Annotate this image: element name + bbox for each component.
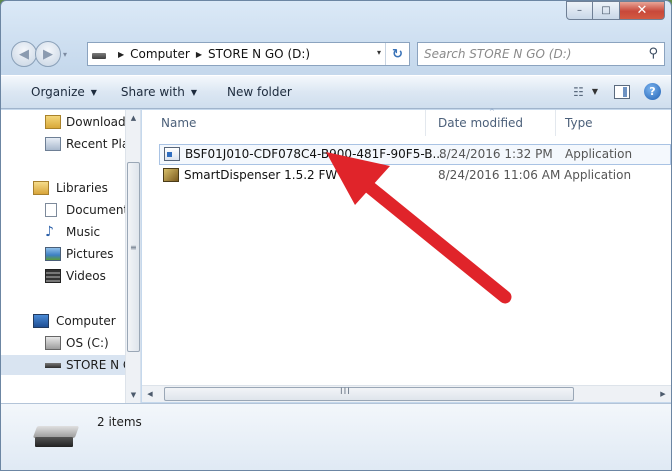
nav-item-label: Music <box>66 225 101 239</box>
downloads-folder-icon <box>45 115 61 129</box>
breadcrumb-separator[interactable]: ▶ <box>196 50 202 59</box>
videos-icon <box>45 269 61 283</box>
nav-item-libraries[interactable]: Libraries <box>1 178 125 198</box>
caption-buttons: – □ ✕ <box>566 1 665 20</box>
back-button[interactable]: ◀ <box>11 41 37 67</box>
nav-item-videos[interactable]: Videos <box>1 266 125 286</box>
nav-item-label: Libraries <box>56 181 108 195</box>
file-type: Application <box>565 147 633 161</box>
application-icon <box>164 147 180 161</box>
nav-item-music[interactable]: ♪ Music <box>1 222 125 242</box>
forward-button[interactable]: ▶ <box>35 41 61 67</box>
details-pane: 2 items <box>1 403 671 470</box>
nav-item-label: Downloads <box>66 115 125 129</box>
scroll-down-button[interactable]: ▼ <box>126 387 140 403</box>
scroll-right-button[interactable]: ▶ <box>655 386 671 402</box>
computer-icon <box>33 314 49 328</box>
recent-pages-dropdown[interactable]: ▾ <box>63 50 67 59</box>
hscroll-grip-icon: III <box>340 387 351 397</box>
pictures-icon <box>45 247 61 261</box>
view-controls: ☷ ▼ ? <box>573 83 661 100</box>
music-icon: ♪ <box>45 224 54 240</box>
file-list-hscrollbar[interactable]: ◀ III ▶ <box>142 385 671 402</box>
file-name: SmartDispenser 1.5.2 FW 0.2 <box>184 168 361 182</box>
chevron-down-icon: ▼ <box>90 87 97 97</box>
breadcrumb-computer[interactable]: Computer <box>130 47 190 61</box>
search-icon[interactable]: ⚲ <box>648 46 658 61</box>
drive-front <box>35 437 73 447</box>
nav-item-recent-places[interactable]: Recent Places <box>1 134 125 154</box>
scroll-left-button[interactable]: ◀ <box>142 386 158 402</box>
file-name: BSF01J010-CDF078C4-B900-481F-90F5-B... <box>185 147 444 161</box>
usb-drive-icon <box>45 363 61 368</box>
nav-item-label: Pictures <box>66 247 114 261</box>
refresh-button[interactable]: ↻ <box>385 43 409 65</box>
nav-item-downloads[interactable]: Downloads <box>1 112 125 132</box>
explorer-window: – □ ✕ ◀ ▶ ▾ ▶ Computer ▶ STORE N GO (D:)… <box>0 0 672 471</box>
file-type: Application <box>564 168 632 182</box>
address-dropdown[interactable]: ▾ <box>377 48 381 57</box>
address-bar[interactable]: ▶ Computer ▶ STORE N GO (D:) ▾ ↻ <box>87 42 410 66</box>
new-folder-button[interactable]: New folder <box>219 85 300 99</box>
nav-item-label: Recent Places <box>66 137 125 151</box>
nav-item-label: Computer <box>56 314 116 328</box>
drive-icon <box>92 53 106 59</box>
file-row[interactable]: BSF01J010-CDF078C4-B900-481F-90F5-B... 8… <box>159 144 671 165</box>
installer-icon <box>163 168 179 182</box>
column-header-name[interactable]: Name <box>142 110 426 136</box>
breadcrumb-store-n-go[interactable]: STORE N GO (D:) <box>208 47 310 61</box>
command-bar: Organize ▼ Share with ▼ New folder ☷ ▼ ? <box>1 75 671 109</box>
file-list: ^ Name Date modified Type BSF01J010-CDF0… <box>142 108 671 385</box>
scroll-thumb[interactable] <box>127 162 140 352</box>
change-view-icon[interactable]: ☷ <box>573 85 584 99</box>
documents-icon <box>45 203 57 217</box>
minimize-button[interactable]: – <box>566 1 593 20</box>
maximize-button[interactable]: □ <box>593 1 620 20</box>
usb-drive-icon <box>32 426 80 448</box>
search-box[interactable]: ⚲ <box>417 42 665 66</box>
file-date-modified: 8/24/2016 11:06 AM <box>438 168 561 182</box>
hard-drive-icon <box>45 336 61 350</box>
nav-item-pictures[interactable]: Pictures <box>1 244 125 264</box>
chevron-down-icon: ▼ <box>190 87 197 97</box>
scroll-up-button[interactable]: ▲ <box>126 110 140 126</box>
nav-pane-scrollbar[interactable]: ▲ ≡ ▼ <box>125 110 140 403</box>
help-icon[interactable]: ? <box>644 83 661 100</box>
navigation-buttons: ◀ ▶ ▾ <box>11 41 67 67</box>
file-row[interactable]: SmartDispenser 1.5.2 FW 0.2 8/24/2016 11… <box>159 166 671 187</box>
scroll-grip-icon: ≡ <box>130 243 137 252</box>
file-date-modified: 8/24/2016 1:32 PM <box>439 147 553 161</box>
preview-pane-icon[interactable] <box>614 84 630 99</box>
nav-item-computer[interactable]: Computer <box>1 311 125 331</box>
organize-button[interactable]: Organize ▼ <box>23 85 105 99</box>
organize-label: Organize <box>31 85 85 99</box>
nav-item-os-c[interactable]: OS (C:) <box>1 333 125 353</box>
close-button[interactable]: ✕ <box>620 1 665 20</box>
libraries-icon <box>33 181 49 195</box>
nav-item-label: Videos <box>66 269 106 283</box>
hscroll-thumb[interactable] <box>164 387 574 401</box>
navigation-pane: Downloads Recent Places Libraries Docume… <box>1 110 141 403</box>
nav-item-store-n-go[interactable]: STORE N GO (D:) <box>1 355 125 375</box>
share-with-button[interactable]: Share with ▼ <box>113 85 205 99</box>
nav-item-label: STORE N GO (D:) <box>66 358 125 372</box>
nav-item-label: OS (C:) <box>66 336 109 350</box>
search-input[interactable] <box>424 47 639 61</box>
breadcrumb-separator[interactable]: ▶ <box>118 50 124 59</box>
item-count: 2 items <box>97 415 142 429</box>
new-folder-label: New folder <box>226 85 292 99</box>
column-header-type[interactable]: Type <box>556 110 671 136</box>
view-dropdown[interactable]: ▼ <box>592 87 598 96</box>
share-with-label: Share with <box>120 85 185 99</box>
back-arrow-icon: ◀ <box>19 46 29 62</box>
forward-arrow-icon: ▶ <box>43 46 53 62</box>
nav-item-label: Documents <box>66 203 125 217</box>
column-header-date-modified[interactable]: Date modified <box>426 110 556 136</box>
nav-item-documents[interactable]: Documents <box>1 200 125 220</box>
recent-places-icon <box>45 137 61 151</box>
